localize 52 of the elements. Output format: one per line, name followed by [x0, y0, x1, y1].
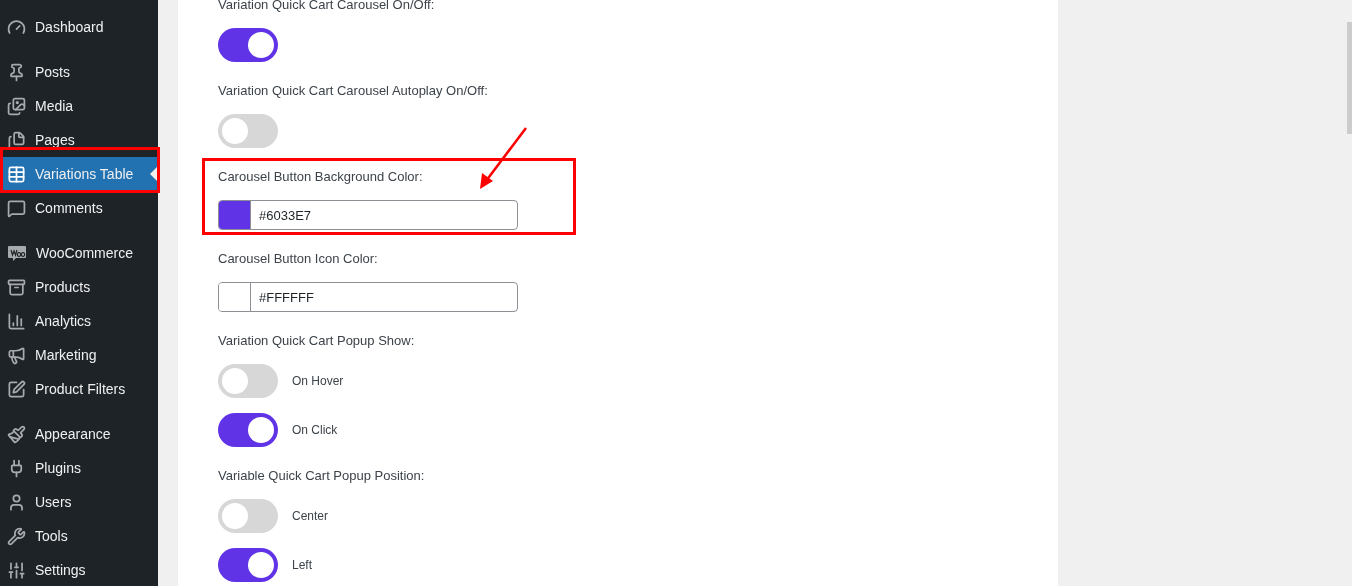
sidebar-item[interactable]: Marketing — [0, 338, 158, 372]
sidebar-item[interactable]: Analytics — [0, 304, 158, 338]
option-label: Center — [292, 509, 329, 523]
sidebar-item[interactable]: Dashboard — [0, 10, 158, 44]
woo-bubble-icon — [7, 243, 27, 263]
sidebar-item[interactable]: Comments — [0, 191, 158, 225]
setting-label: Variation Quick Cart Popup Show: — [218, 332, 415, 350]
sidebar-item[interactable]: Product Filters — [0, 372, 158, 406]
sidebar-item[interactable]: WooCommerce — [0, 236, 158, 270]
sidebar-item[interactable]: Plugins — [0, 451, 158, 485]
setting-label: Variation Quick Cart Carousel Autoplay On/Off: — [218, 82, 488, 100]
option-label: On Click — [292, 423, 338, 437]
setting-label: Carousel Button Background Color: — [218, 168, 423, 186]
dashboard-icon — [7, 17, 26, 37]
color-field[interactable]: #6033E7 — [218, 200, 518, 230]
option-label: On Hover — [292, 374, 344, 388]
sidebar-item[interactable]: Pages — [0, 123, 158, 157]
toggle-switch[interactable] — [218, 364, 278, 398]
pages-icon — [7, 130, 26, 150]
toggle-switch[interactable] — [218, 114, 278, 148]
pointer-arrow — [478, 127, 528, 191]
paintbrush-icon — [7, 424, 26, 444]
megaphone-icon — [7, 345, 26, 365]
pen-square-icon — [7, 379, 26, 399]
sidebar-item[interactable]: Tools — [0, 519, 158, 553]
sliders-icon — [7, 560, 26, 580]
selection-notch — [150, 166, 158, 182]
sidebar-item[interactable]: Media — [0, 89, 158, 123]
toggle-switch[interactable] — [218, 28, 278, 62]
archive-icon — [7, 277, 26, 297]
setting-label: Variable Quick Cart Popup Position: — [218, 467, 425, 485]
toggle-switch[interactable] — [218, 413, 278, 447]
toggle-switch[interactable] — [218, 499, 278, 533]
media-icon — [7, 96, 26, 116]
bar-chart-icon — [7, 311, 26, 331]
option-label: Left — [292, 558, 312, 572]
table-icon — [7, 164, 26, 184]
setting-label: Carousel Button Icon Color: — [218, 250, 378, 268]
color-field[interactable]: #FFFFFF — [218, 282, 518, 312]
sidebar-item[interactable]: Variations Table — [0, 157, 158, 191]
sidebar-item[interactable]: Appearance — [0, 417, 158, 451]
sidebar-item[interactable]: Users — [0, 485, 158, 519]
toggle-switch[interactable] — [218, 548, 278, 582]
sidebar-item[interactable]: Posts — [0, 55, 158, 89]
wrench-icon — [7, 526, 26, 546]
speech-bubble-icon — [7, 198, 26, 218]
scrollbar-thumb[interactable] — [1347, 22, 1352, 134]
sidebar-item[interactable]: Settings — [0, 553, 158, 586]
pin-icon — [7, 62, 26, 82]
sidebar-item[interactable]: Products — [0, 270, 158, 304]
setting-label: Variation Quick Cart Carousel On/Off: — [218, 0, 435, 14]
user-icon — [7, 492, 26, 512]
